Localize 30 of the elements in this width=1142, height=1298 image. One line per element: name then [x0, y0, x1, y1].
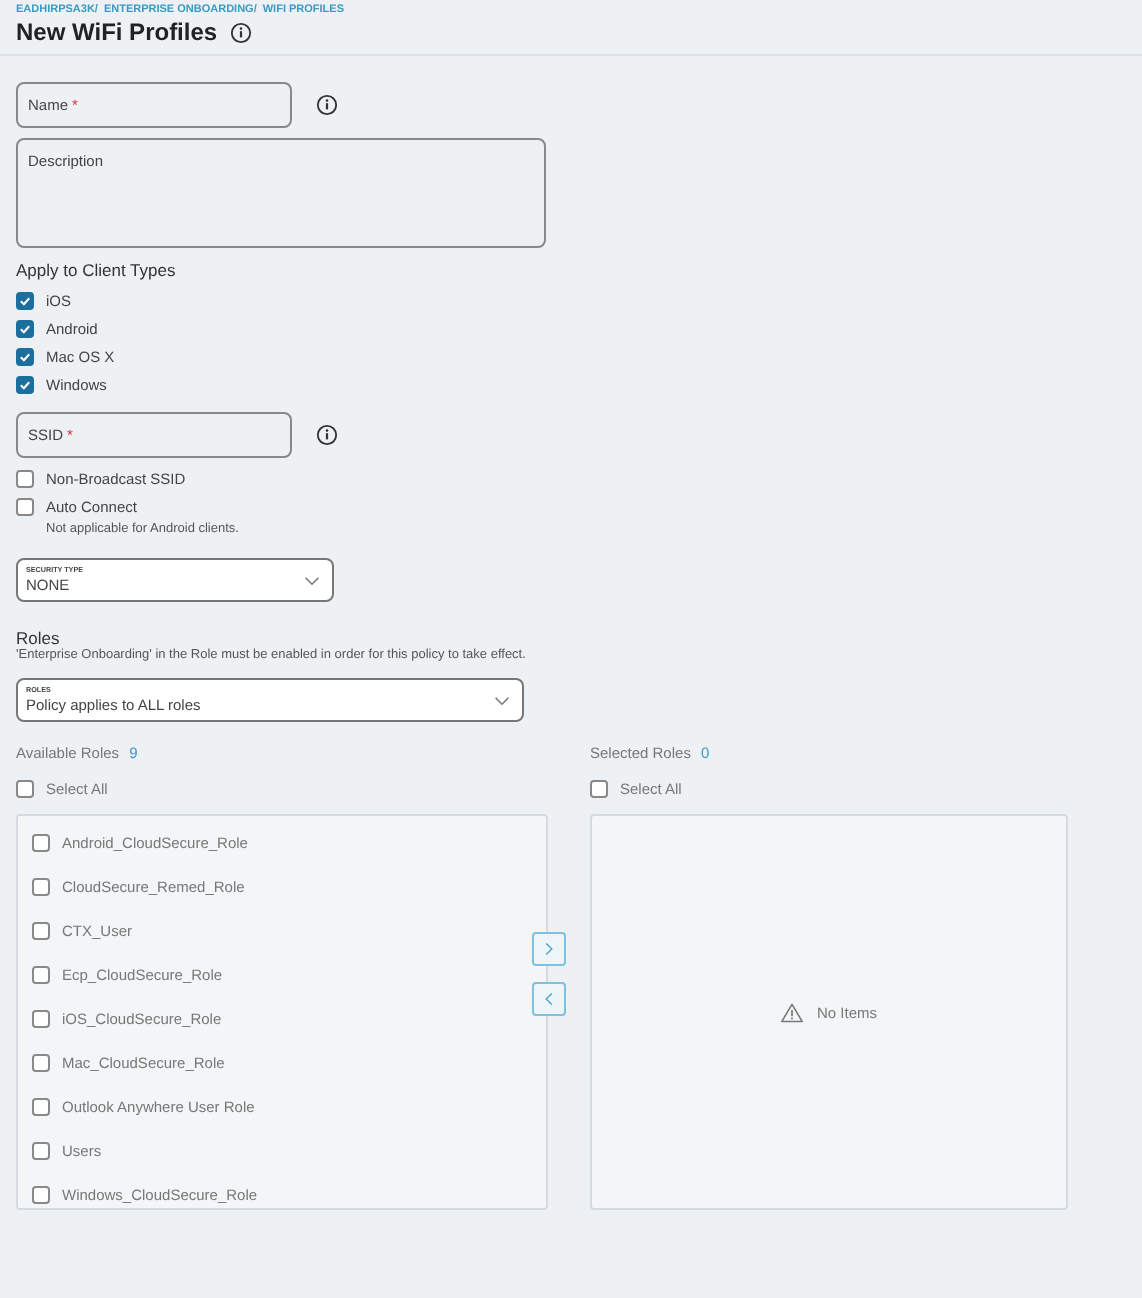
checkbox[interactable] [32, 1097, 50, 1116]
chevron-left-icon [544, 992, 554, 1006]
info-icon[interactable] [229, 21, 252, 43]
checkbox[interactable] [16, 375, 34, 393]
page-title: New WiFi Profiles [16, 18, 218, 46]
checkbox[interactable] [16, 497, 34, 515]
chevron-down-icon [304, 575, 320, 585]
checkbox[interactable] [16, 469, 34, 487]
section-heading: Roles [16, 628, 62, 648]
checkbox[interactable] [16, 319, 34, 337]
checkbox[interactable] [32, 878, 50, 897]
checkbox[interactable] [32, 1010, 50, 1028]
checkbox[interactable] [32, 966, 50, 985]
warning-icon [780, 1001, 805, 1023]
move-left-button[interactable] [532, 982, 566, 1016]
checkbox[interactable] [32, 922, 50, 941]
info-icon[interactable] [316, 424, 338, 446]
checkbox[interactable] [32, 1141, 50, 1160]
checkbox[interactable] [16, 347, 34, 365]
checkbox[interactable] [32, 1053, 50, 1072]
checkbox[interactable] [32, 1185, 50, 1204]
chevron-down-icon [494, 695, 510, 705]
checkbox[interactable] [32, 834, 50, 853]
section-heading: Apply to Client Types [16, 260, 178, 280]
info-icon[interactable] [316, 94, 338, 116]
chevron-right-icon [544, 942, 554, 956]
move-right-button[interactable] [532, 932, 566, 966]
checkbox[interactable] [16, 291, 34, 309]
checkbox[interactable] [590, 779, 608, 797]
checkbox[interactable] [16, 779, 34, 797]
